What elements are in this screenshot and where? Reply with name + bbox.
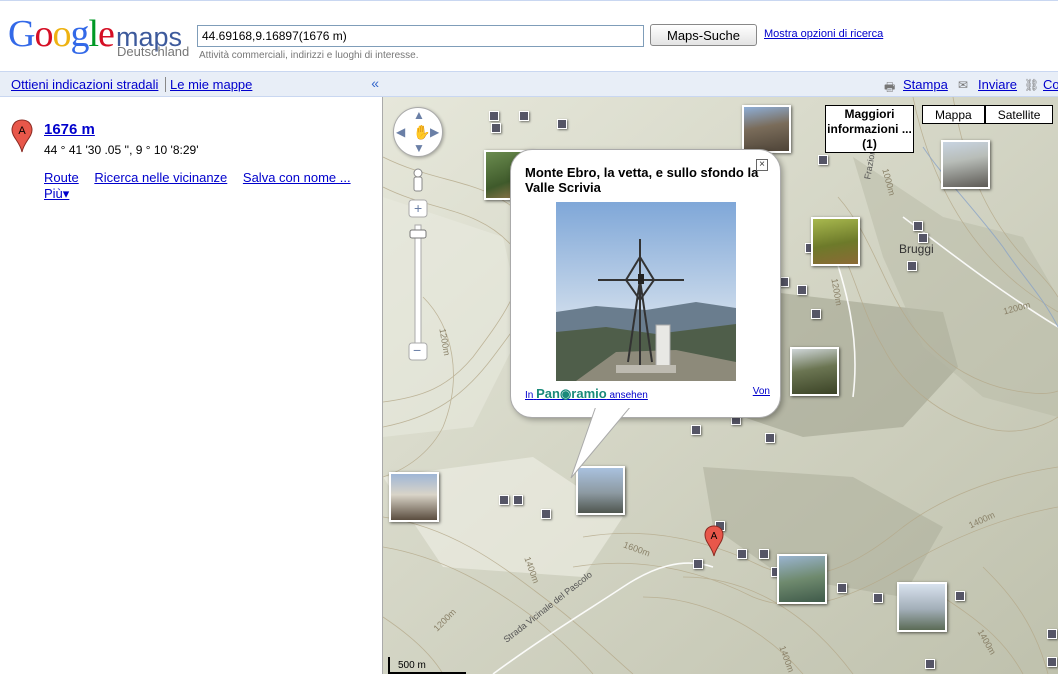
photo-thumbnail[interactable] bbox=[777, 554, 827, 604]
place-label-bruggi: Bruggi bbox=[899, 242, 934, 256]
result-title[interactable]: 1676 m bbox=[44, 121, 95, 138]
panoramio-logo: Pan◉ramio bbox=[536, 386, 607, 401]
left-toolbar: Ottieni indicazioni stradali Le mie mapp… bbox=[0, 71, 383, 97]
logo-letter: g bbox=[70, 13, 89, 55]
photo-marker[interactable] bbox=[557, 119, 567, 129]
map-canvas[interactable]: 1200m 1200m 1000m 1200m 1400m 1600m 1400… bbox=[383, 97, 1058, 674]
marker-a-icon[interactable]: A bbox=[11, 119, 33, 156]
photo-marker[interactable] bbox=[513, 495, 523, 505]
photo-marker[interactable] bbox=[1047, 657, 1057, 667]
photo-marker[interactable] bbox=[693, 559, 703, 569]
result-coordinates: 44 ° 41 '30 .05 '', 9 ° 10 '8:29' bbox=[44, 143, 199, 157]
directions-link[interactable]: Ottieni indicazioni stradali bbox=[11, 77, 158, 92]
toolbar-divider bbox=[165, 77, 166, 92]
scale-bar: 500 m bbox=[388, 657, 466, 674]
marker-letter: A bbox=[711, 531, 718, 542]
photo-thumbnail[interactable] bbox=[941, 140, 990, 189]
logo-letter: e bbox=[98, 13, 115, 55]
photo-thumbnail[interactable] bbox=[811, 217, 860, 266]
collapse-panel-button[interactable]: « bbox=[371, 75, 379, 91]
search-hint: Attività commerciali, indirizzi e luoghi… bbox=[199, 50, 419, 61]
logo-letter: G bbox=[8, 13, 35, 55]
map-type-satellite[interactable]: Satellite bbox=[984, 105, 1054, 124]
mail-icon: ✉ bbox=[958, 78, 969, 92]
photo-marker[interactable] bbox=[837, 583, 847, 593]
search-nearby-link[interactable]: Ricerca nelle vicinanze bbox=[94, 170, 227, 185]
photo-marker[interactable] bbox=[955, 591, 965, 601]
photo-marker[interactable] bbox=[818, 155, 828, 165]
info-window: Monte Ebro, la vetta, e sullo sfondo la … bbox=[510, 149, 781, 418]
location-marker-a[interactable]: A bbox=[704, 525, 724, 560]
google-maps-logo[interactable]: Google maps Deutschland bbox=[8, 14, 194, 64]
photo-thumbnail[interactable] bbox=[790, 347, 839, 396]
link-to-page[interactable]: Co bbox=[1043, 77, 1058, 92]
photo-marker[interactable] bbox=[925, 659, 935, 669]
zoom-control: + − bbox=[408, 167, 428, 367]
logo-letter: o bbox=[34, 13, 53, 55]
search-input[interactable] bbox=[197, 25, 644, 47]
photo-marker[interactable] bbox=[489, 111, 499, 121]
panoramio-link[interactable]: In Pan◉ramio ansehen bbox=[525, 386, 648, 401]
more-link[interactable]: Più▾ bbox=[44, 186, 69, 202]
author-link[interactable]: Von bbox=[753, 386, 770, 397]
info-window-tail bbox=[570, 406, 634, 479]
info-window-title: Monte Ebro, la vetta, e sullo sfondo la … bbox=[525, 165, 759, 195]
photo-marker[interactable] bbox=[918, 233, 928, 243]
photo-thumbnail[interactable] bbox=[389, 472, 439, 522]
map-type-map[interactable]: Mappa bbox=[922, 105, 985, 124]
photo-marker[interactable] bbox=[873, 593, 883, 603]
print-icon: 🖶 bbox=[884, 80, 896, 94]
route-link[interactable]: Route bbox=[44, 170, 79, 185]
photo-thumbnail[interactable] bbox=[897, 582, 947, 632]
panoramio-prefix: In bbox=[525, 390, 534, 401]
pan-control[interactable]: ▲ ◀ ✋ ▶ ▼ bbox=[393, 107, 443, 157]
hand-icon[interactable]: ✋ bbox=[413, 124, 430, 141]
pan-left-icon[interactable]: ◀ bbox=[396, 125, 405, 139]
photo-marker[interactable] bbox=[499, 495, 509, 505]
photo-marker[interactable] bbox=[541, 509, 551, 519]
photo-marker[interactable] bbox=[811, 309, 821, 319]
zoom-slider[interactable] bbox=[408, 167, 428, 367]
photo-marker[interactable] bbox=[691, 425, 701, 435]
pan-up-icon[interactable]: ▲ bbox=[413, 108, 425, 122]
print-link[interactable]: Stampa bbox=[903, 77, 948, 92]
photo-marker[interactable] bbox=[913, 221, 923, 231]
save-as-link[interactable]: Salva con nome ... bbox=[243, 170, 351, 185]
photo-marker[interactable] bbox=[765, 433, 775, 443]
pegman-icon bbox=[413, 168, 423, 192]
maps-search-button[interactable]: Maps-Suche bbox=[650, 24, 757, 46]
pan-right-icon[interactable]: ▶ bbox=[430, 125, 439, 139]
photo-marker[interactable] bbox=[737, 549, 747, 559]
info-window-photo[interactable] bbox=[556, 202, 736, 381]
top-border bbox=[0, 0, 1058, 3]
results-panel: A 1676 m 44 ° 41 '30 .05 '', 9 ° 10 '8:2… bbox=[0, 97, 383, 674]
photo-marker[interactable] bbox=[491, 123, 501, 133]
photo-marker[interactable] bbox=[519, 111, 529, 121]
marker-letter: A bbox=[18, 125, 26, 137]
map-type-control: Mappa Satellite bbox=[922, 105, 1054, 124]
send-link[interactable]: Inviare bbox=[978, 77, 1017, 92]
logo-letter: l bbox=[88, 13, 99, 55]
photo-marker[interactable] bbox=[1047, 629, 1057, 639]
my-maps-link[interactable]: Le mie mappe bbox=[170, 77, 252, 92]
search-options-link[interactable]: Mostra opzioni di ricerca bbox=[764, 28, 883, 40]
close-icon[interactable]: × bbox=[756, 159, 768, 171]
photo-thumbnail[interactable] bbox=[742, 105, 791, 153]
photo-marker[interactable] bbox=[797, 285, 807, 295]
link-icon: ⛓ bbox=[1024, 78, 1040, 92]
logo-letter: o bbox=[52, 13, 71, 55]
photo-marker[interactable] bbox=[759, 549, 769, 559]
result-actions: Route Ricerca nelle vicinanze Salva con … bbox=[44, 170, 363, 185]
zoom-in-button[interactable]: + bbox=[414, 200, 422, 216]
pan-down-icon[interactable]: ▼ bbox=[413, 141, 425, 155]
map-toolbar: 🖶 Stampa ✉ Inviare ⛓ Co bbox=[383, 71, 1058, 97]
logo-region: Deutschland bbox=[117, 44, 190, 59]
zoom-out-button[interactable]: − bbox=[413, 342, 421, 358]
info-window-footer: In Pan◉ramio ansehen Von bbox=[525, 386, 770, 402]
photo-marker[interactable] bbox=[907, 261, 917, 271]
panoramio-suffix: ansehen bbox=[609, 390, 648, 401]
more-info-button[interactable]: Maggiori informazioni ... (1) bbox=[825, 105, 914, 153]
